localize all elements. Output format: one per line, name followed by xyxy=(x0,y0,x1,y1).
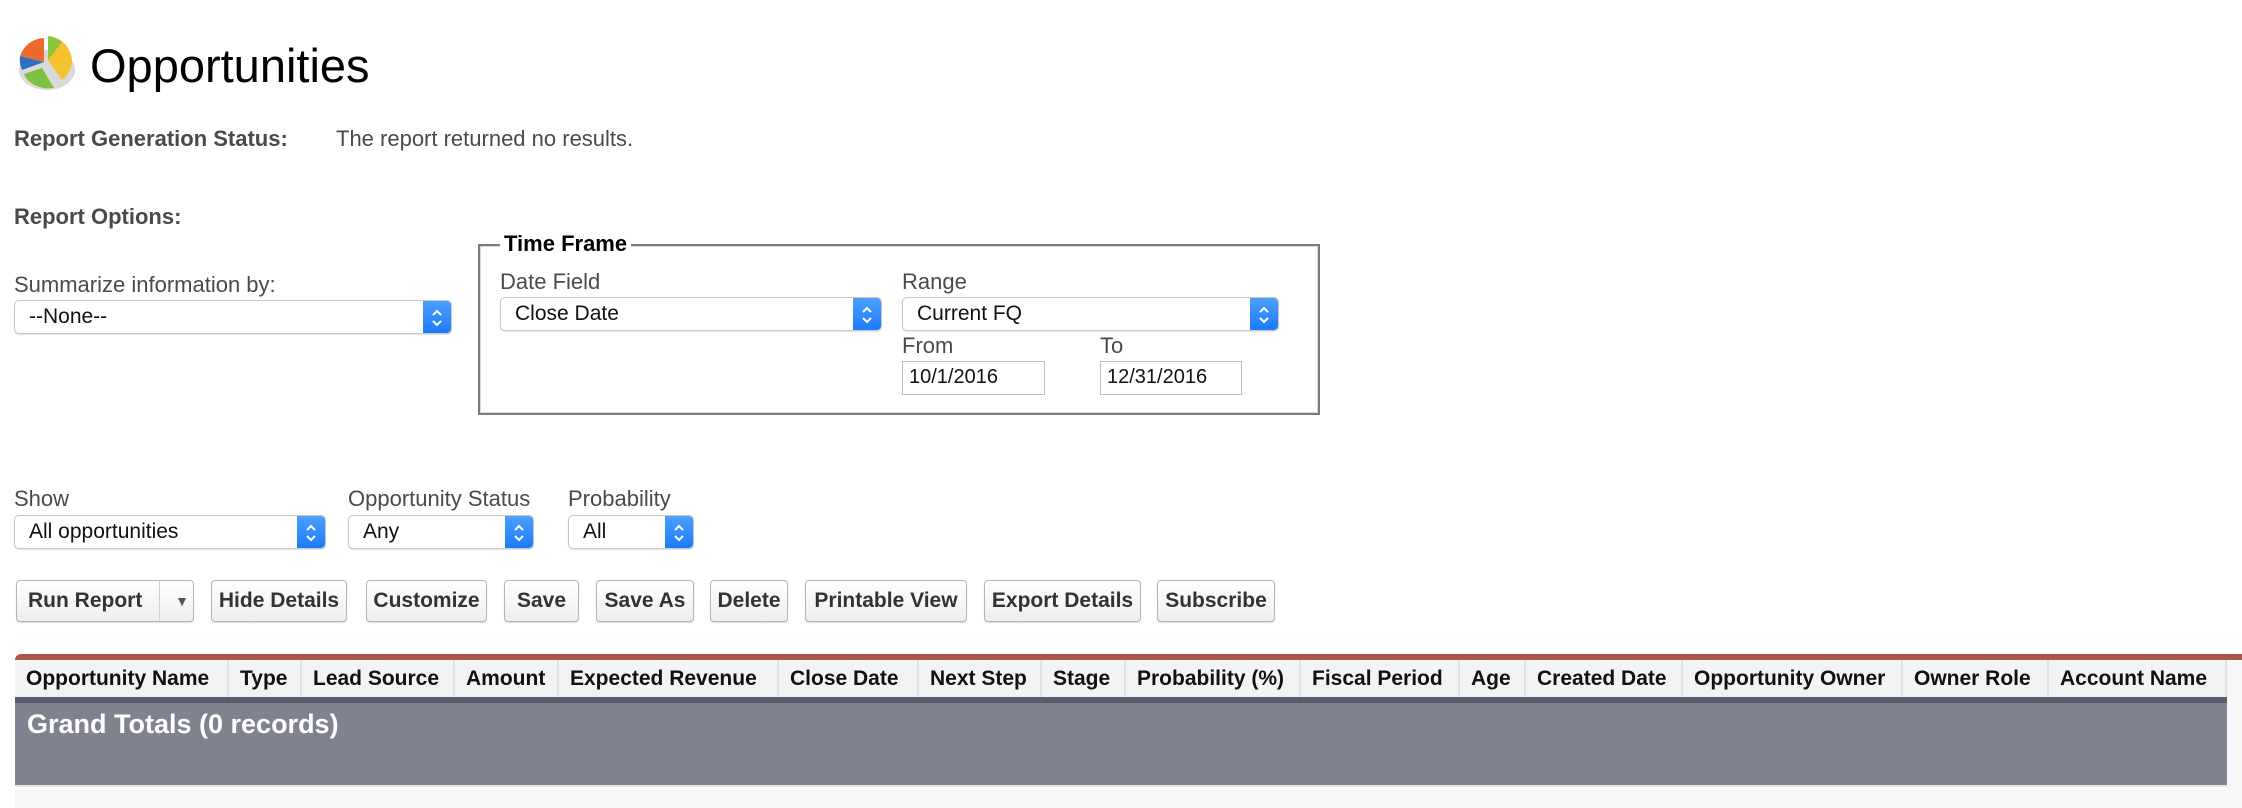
export-details-button[interactable]: Export Details xyxy=(984,580,1141,622)
report-table: Opportunity Name Type Lead Source Amount Exp… xyxy=(15,654,2242,787)
summarize-value: --None-- xyxy=(29,305,108,328)
opportunity-status-select[interactable]: Any xyxy=(348,515,534,549)
select-arrows-icon xyxy=(665,516,693,548)
save-button[interactable]: Save xyxy=(504,580,579,622)
column-header[interactable]: Lead Source xyxy=(302,660,455,697)
subscribe-button[interactable]: Subscribe xyxy=(1157,580,1275,622)
select-arrows-icon xyxy=(505,516,533,548)
range-label: Range xyxy=(902,269,967,294)
range-select[interactable]: Current FQ xyxy=(902,297,1279,331)
date-field-label: Date Field xyxy=(500,269,601,294)
opportunity-status-value: Any xyxy=(363,520,400,543)
column-header[interactable]: Opportunity Owner xyxy=(1683,660,1903,697)
status-label: Report Generation Status: xyxy=(14,126,288,151)
probability-select[interactable]: All xyxy=(568,515,694,549)
column-header[interactable]: Type xyxy=(229,660,302,697)
column-header[interactable]: Amount xyxy=(455,660,559,697)
column-header[interactable]: Expected Revenue xyxy=(559,660,779,697)
summarize-select[interactable]: --None-- xyxy=(14,300,452,334)
date-field-value: Close Date xyxy=(515,302,619,325)
select-arrows-icon xyxy=(423,301,451,333)
show-select[interactable]: All opportunities xyxy=(14,515,326,549)
save-as-button[interactable]: Save As xyxy=(596,580,694,622)
select-arrows-icon xyxy=(1250,298,1278,330)
column-header[interactable]: Fiscal Period xyxy=(1301,660,1460,697)
page-title: Opportunities xyxy=(90,39,370,92)
run-report-button[interactable]: Run Report ▼ xyxy=(16,580,194,622)
date-field-select[interactable]: Close Date xyxy=(500,297,882,331)
column-header[interactable]: Age xyxy=(1460,660,1526,697)
range-value: Current FQ xyxy=(917,302,1023,325)
table-header-row: Opportunity Name Type Lead Source Amount Exp… xyxy=(15,660,2227,697)
printable-view-button[interactable]: Printable View xyxy=(805,580,967,622)
from-date-value: 10/1/2016 xyxy=(909,366,998,388)
column-header[interactable]: Created Date xyxy=(1526,660,1683,697)
select-arrows-icon xyxy=(297,516,325,548)
show-value: All opportunities xyxy=(29,520,179,543)
report-options-label: Report Options: xyxy=(14,204,182,229)
pie-chart-icon xyxy=(14,30,80,96)
show-label: Show xyxy=(14,486,70,511)
summarize-label: Summarize information by: xyxy=(14,272,276,297)
table-footer-area xyxy=(15,790,2242,808)
hide-details-button[interactable]: Hide Details xyxy=(211,580,347,622)
column-header[interactable]: Owner Role xyxy=(1903,660,2049,697)
from-label: From xyxy=(902,333,954,358)
from-date-input[interactable]: 10/1/2016 xyxy=(902,361,1045,395)
run-report-label: Run Report xyxy=(28,589,143,612)
to-date-input[interactable]: 12/31/2016 xyxy=(1100,361,1242,395)
delete-button[interactable]: Delete xyxy=(710,580,788,622)
column-header[interactable]: Account Name xyxy=(2049,660,2227,697)
opportunity-status-label: Opportunity Status xyxy=(348,486,531,511)
status-text: The report returned no results. xyxy=(336,126,634,151)
grand-totals-label: Grand Totals (0 records) xyxy=(27,709,339,739)
to-date-value: 12/31/2016 xyxy=(1107,366,1208,388)
column-header[interactable]: Close Date xyxy=(779,660,919,697)
totals-divider xyxy=(15,785,2227,787)
column-header[interactable]: Opportunity Name xyxy=(15,660,229,697)
probability-value: All xyxy=(583,520,607,543)
time-frame-legend: Time Frame xyxy=(500,231,632,257)
customize-button[interactable]: Customize xyxy=(366,580,487,622)
button-divider xyxy=(159,581,160,621)
column-header[interactable]: Next Step xyxy=(919,660,1042,697)
grand-totals-row: Grand Totals (0 records) xyxy=(15,703,2227,785)
to-label: To xyxy=(1100,333,1124,358)
select-arrows-icon xyxy=(853,298,881,330)
probability-label: Probability xyxy=(568,486,671,511)
column-header[interactable]: Probability (%) xyxy=(1126,660,1301,697)
dropdown-triangle-icon[interactable]: ▼ xyxy=(169,581,195,621)
column-header[interactable]: Stage xyxy=(1042,660,1126,697)
